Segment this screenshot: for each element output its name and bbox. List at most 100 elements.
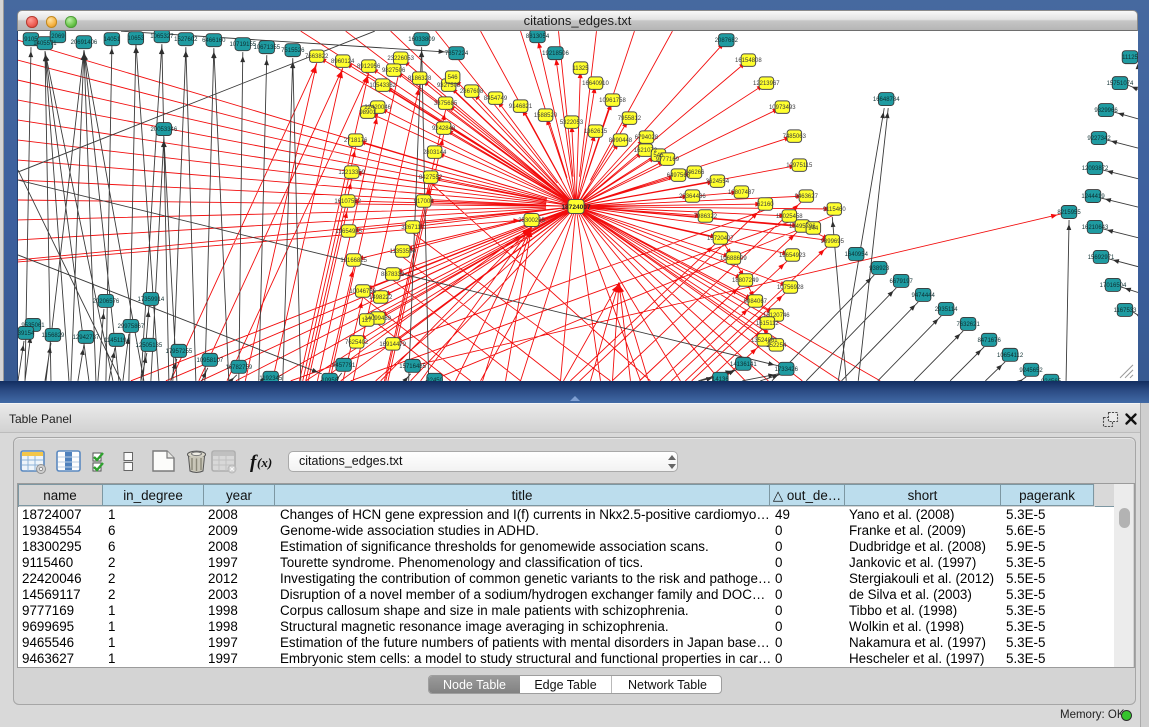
svg-text:1362615: 1362615 — [584, 129, 608, 135]
svg-text:11353594: 11353594 — [390, 249, 417, 255]
svg-text:98901: 98901 — [359, 110, 376, 116]
svg-text:15751074: 15751074 — [1107, 81, 1134, 87]
svg-text:8215955: 8215955 — [1057, 210, 1081, 216]
svg-text:15716485: 15716485 — [399, 364, 426, 370]
svg-text:6466160: 6466160 — [202, 38, 226, 44]
svg-text:9242848: 9242848 — [432, 126, 456, 132]
svg-text:1588520: 1588520 — [534, 113, 558, 119]
svg-text:29975867: 29975867 — [118, 324, 145, 330]
svg-text:10671355: 10671355 — [253, 45, 280, 51]
svg-text:1192345: 1192345 — [259, 376, 283, 381]
svg-text:8960124: 8960124 — [331, 59, 355, 65]
svg-text:9084067: 9084067 — [744, 299, 768, 305]
svg-text:9457791: 9457791 — [332, 363, 356, 369]
svg-text:7625402: 7625402 — [345, 340, 369, 346]
svg-text:924565: 924565 — [1041, 379, 1062, 381]
svg-text:6794028: 6794028 — [635, 135, 659, 141]
svg-text:8813054: 8813054 — [526, 34, 550, 40]
svg-text:10653: 10653 — [128, 36, 145, 42]
svg-text:10543382: 10543382 — [369, 83, 396, 89]
svg-text:7857224: 7857224 — [445, 51, 469, 57]
svg-text:7663822: 7663822 — [305, 54, 329, 60]
svg-text:7986322: 7986322 — [694, 214, 718, 220]
svg-text:127: 127 — [362, 318, 373, 324]
svg-text:546: 546 — [448, 75, 459, 81]
svg-text:1167533: 1167533 — [1114, 308, 1138, 314]
svg-text:252254: 252254 — [766, 343, 787, 349]
svg-text:1615112: 1615112 — [756, 321, 780, 327]
svg-text:9463627: 9463627 — [795, 194, 819, 200]
svg-text:8912956: 8912956 — [357, 64, 381, 70]
svg-text:1527602: 1527602 — [174, 37, 198, 43]
svg-text:19654925: 19654925 — [335, 229, 362, 235]
svg-text:20206576: 20206576 — [93, 299, 120, 305]
svg-text:2803144: 2803144 — [423, 150, 447, 156]
svg-text:16648784: 16648784 — [873, 97, 900, 103]
svg-text:11325: 11325 — [572, 66, 589, 72]
svg-text:8186328: 8186328 — [408, 76, 432, 82]
svg-text:14136: 14136 — [712, 377, 729, 381]
svg-text:5322053: 5322053 — [560, 120, 584, 126]
svg-text:8454749: 8454749 — [484, 96, 508, 102]
svg-text:17016504: 17016504 — [1100, 283, 1127, 289]
svg-text:11451194: 11451194 — [104, 338, 130, 344]
svg-text:10688609: 10688609 — [720, 256, 747, 262]
svg-text:39154: 39154 — [18, 331, 35, 337]
svg-text:20364436: 20364436 — [679, 194, 706, 200]
svg-text:917004: 917004 — [414, 199, 435, 205]
svg-text:1156829: 1156829 — [42, 333, 66, 339]
svg-text:16033809: 16033809 — [408, 37, 435, 43]
svg-text:3624554: 3624554 — [706, 179, 730, 185]
svg-text:20053346: 20053346 — [151, 127, 178, 133]
svg-text:19654923: 19654923 — [779, 253, 806, 259]
svg-text:7485063: 7485063 — [783, 134, 807, 140]
svg-text:17957255: 17957255 — [166, 349, 193, 355]
svg-text:19218506: 19218506 — [542, 51, 569, 57]
svg-text:25300295: 25300295 — [518, 218, 545, 224]
svg-text:9827506: 9827506 — [382, 68, 406, 74]
svg-text:62160: 62160 — [757, 202, 774, 208]
svg-text:2069: 2069 — [51, 34, 65, 40]
svg-text:12975115: 12975115 — [786, 163, 813, 169]
svg-text:7632621: 7632621 — [956, 322, 980, 328]
svg-text:10025458: 10025458 — [776, 214, 803, 220]
svg-text:3267110: 3267110 — [401, 225, 425, 231]
svg-text:16640910: 16640910 — [582, 81, 609, 87]
svg-text:9327508: 9327508 — [437, 83, 461, 89]
svg-text:9777169: 9777169 — [656, 157, 680, 163]
svg-text:2087682: 2087682 — [715, 38, 739, 44]
svg-text:20691406: 20691406 — [71, 40, 98, 46]
svg-text:16154808: 16154808 — [735, 58, 762, 64]
svg-text:9245652: 9245652 — [1019, 368, 1043, 374]
svg-text:938923: 938923 — [869, 266, 890, 272]
svg-text:18724007: 18724007 — [561, 204, 591, 211]
svg-text:10654112: 10654112 — [997, 353, 1024, 359]
svg-text:16107552: 16107552 — [334, 199, 361, 205]
svg-text:1640954: 1640954 — [845, 252, 869, 258]
svg-text:12942737: 12942737 — [73, 335, 100, 341]
svg-text:10973493: 10973493 — [769, 105, 796, 111]
svg-text:944: 944 — [808, 226, 819, 232]
svg-text:12505135: 12505135 — [136, 343, 163, 349]
svg-text:12093872: 12093872 — [1082, 166, 1109, 172]
svg-text:9474444: 9474444 — [912, 293, 936, 299]
svg-text:11125: 11125 — [1122, 55, 1138, 61]
svg-text:9115460: 9115460 — [823, 207, 847, 213]
svg-text:12213967: 12213967 — [753, 81, 780, 87]
svg-text:16782759: 16782759 — [225, 365, 252, 371]
svg-text:23226053: 23226053 — [387, 56, 414, 62]
svg-text:746266: 746266 — [684, 170, 705, 176]
svg-text:14136141: 14136141 — [730, 362, 757, 368]
svg-text:92450: 92450 — [426, 378, 443, 381]
svg-text:16914479: 16914479 — [379, 342, 406, 348]
svg-text:1244419: 1244419 — [1081, 194, 1105, 200]
svg-text:7515526: 7515526 — [281, 48, 305, 54]
svg-text:10756928: 10756928 — [777, 285, 804, 291]
svg-text:8427552: 8427552 — [419, 175, 443, 181]
svg-text:3375685: 3375685 — [434, 101, 458, 107]
svg-text:17359914: 17359914 — [138, 297, 165, 303]
svg-text:1498222: 1498222 — [369, 295, 393, 301]
svg-text:14051: 14051 — [104, 37, 121, 43]
svg-text:6679197: 6679197 — [890, 279, 914, 285]
svg-text:9329966: 9329966 — [1094, 108, 1118, 114]
